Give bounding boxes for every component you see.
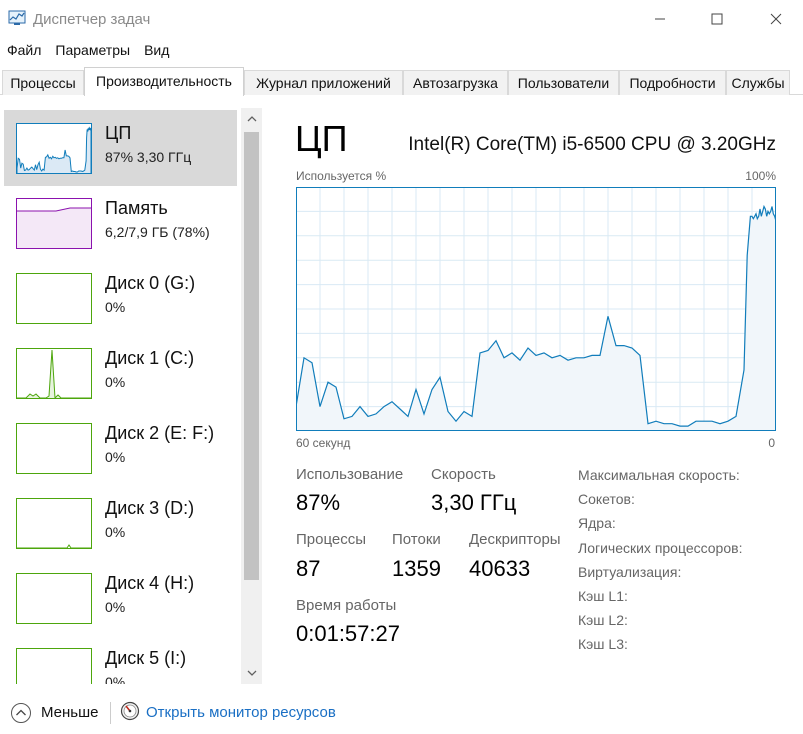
resource-item-disk-1[interactable]: Диск 1 (C:) 0% <box>4 335 237 411</box>
resource-monitor-icon <box>120 701 140 721</box>
maximize-icon <box>711 13 723 25</box>
tab-services[interactable]: Службы <box>726 70 790 95</box>
spec-cache-l2: Кэш L2: <box>578 612 628 628</box>
uptime-label: Время работы <box>296 597 397 614</box>
disk-thumbnail <box>16 573 92 624</box>
cpu-thumbnail <box>16 123 92 174</box>
speed-value: 3,30 ГГц <box>431 490 517 515</box>
resource-item-memory[interactable]: Память 6,2/7,9 ГБ (78%) <box>4 185 237 261</box>
maximize-button[interactable] <box>694 0 740 38</box>
resource-name: Память <box>105 198 168 218</box>
resource-item-disk-3[interactable]: Диск 3 (D:) 0% <box>4 485 237 561</box>
minimize-icon <box>655 18 665 20</box>
resource-name: Диск 2 (E: F:) <box>105 423 215 443</box>
tab-performance[interactable]: Производительность <box>84 67 244 96</box>
resource-item-disk-2[interactable]: Диск 2 (E: F:) 0% <box>4 410 237 486</box>
resource-name: Диск 3 (D:) <box>105 498 195 518</box>
tab-users[interactable]: Пользователи <box>508 70 619 95</box>
usage-value: 87% <box>296 490 341 515</box>
tab-details[interactable]: Подробности <box>619 70 726 95</box>
spec-sockets: Сокетов: <box>578 491 635 507</box>
close-icon <box>770 13 782 25</box>
resource-item-disk-5[interactable]: Диск 5 (I:) 0% <box>4 635 237 684</box>
uptime-value: 0:01:57:27 <box>296 621 400 646</box>
tab-startup[interactable]: Автозагрузка <box>403 70 508 95</box>
cpu-model: Intel(R) Core(TM) i5-6500 CPU @ 3.20GHz <box>408 134 776 155</box>
usage-label: Использование <box>296 466 404 483</box>
speed-label: Скорость <box>431 466 496 483</box>
disk-thumbnail <box>16 423 92 474</box>
page-title: ЦП <box>295 118 348 159</box>
menu-file[interactable]: Файл <box>0 40 48 62</box>
scroll-up-button[interactable] <box>241 108 262 130</box>
menu-options[interactable]: Параметры <box>48 40 137 62</box>
resource-item-disk-0[interactable]: Диск 0 (G:) 0% <box>4 260 237 336</box>
spec-max-speed: Максимальная скорость: <box>578 467 740 483</box>
menu-view[interactable]: Вид <box>137 40 176 62</box>
disk-thumbnail <box>16 648 92 684</box>
disk-thumbnail <box>16 348 92 399</box>
resource-value: 0% <box>105 374 126 390</box>
resource-value: 87% 3,30 ГГц <box>105 149 192 165</box>
spec-cache-l1: Кэш L1: <box>578 588 628 604</box>
resource-value: 0% <box>105 599 126 615</box>
resource-name: Диск 1 (C:) <box>105 348 195 368</box>
spec-cache-l3: Кэш L3: <box>578 636 628 652</box>
tab-app-history[interactable]: Журнал приложений <box>244 70 403 95</box>
resource-value: 0% <box>105 299 126 315</box>
task-manager-icon <box>8 10 26 25</box>
footer-divider <box>110 702 111 724</box>
menu-bar: Файл Параметры Вид <box>0 40 176 62</box>
processes-label: Процессы <box>296 531 367 548</box>
resource-name: Диск 4 (H:) <box>105 573 195 593</box>
resource-item-disk-4[interactable]: Диск 4 (H:) 0% <box>4 560 237 636</box>
title-bar: Диспетчер задач <box>0 0 803 38</box>
sidebar-scrollbar[interactable] <box>241 108 262 684</box>
threads-value: 1359 <box>392 556 441 581</box>
scroll-thumb[interactable] <box>244 132 259 580</box>
chevron-up-circle-icon[interactable] <box>10 702 32 724</box>
resource-value: 0% <box>105 524 126 540</box>
resource-value: 0% <box>105 449 126 465</box>
graph-label: Используется % <box>296 169 387 183</box>
minimize-button[interactable] <box>637 0 683 38</box>
disk-thumbnail <box>16 273 92 324</box>
disk-thumbnail <box>16 498 92 549</box>
footer: Меньше Открыть монитор ресурсов <box>0 692 803 734</box>
tab-bar: Процессы Производительность Журнал прило… <box>0 67 803 96</box>
tab-processes[interactable]: Процессы <box>2 70 84 95</box>
open-resource-monitor-link[interactable]: Открыть монитор ресурсов <box>146 704 336 721</box>
fewer-details-button[interactable]: Меньше <box>41 704 98 721</box>
close-button[interactable] <box>753 0 799 38</box>
resource-item-cpu[interactable]: ЦП 87% 3,30 ГГц <box>4 110 237 186</box>
graph-max-label: 100% <box>745 169 776 183</box>
cpu-usage-graph <box>296 187 776 431</box>
resource-value: 6,2/7,9 ГБ (78%) <box>105 224 210 240</box>
spec-virtualization: Виртуализация: <box>578 564 682 580</box>
spec-logical-processors: Логических процессоров: <box>578 540 743 556</box>
resource-name: Диск 5 (I:) <box>105 648 187 668</box>
resource-name: Диск 0 (G:) <box>105 273 196 293</box>
resource-value: 0% <box>105 674 126 684</box>
spec-cores: Ядра: <box>578 515 616 531</box>
chevron-up-icon <box>247 116 256 122</box>
threads-label: Потоки <box>392 531 441 548</box>
memory-thumbnail <box>16 198 92 249</box>
handles-value: 40633 <box>469 556 531 581</box>
processes-value: 87 <box>296 556 321 581</box>
resource-list: ЦП 87% 3,30 ГГц Память 6,2/7,9 ГБ (78%) … <box>0 108 238 684</box>
chevron-down-icon <box>247 670 256 676</box>
resource-name: ЦП <box>105 123 132 143</box>
scroll-down-button[interactable] <box>241 662 262 684</box>
handles-label: Дескрипторы <box>469 531 561 548</box>
graph-axis-right: 0 <box>768 436 775 450</box>
window-title: Диспетчер задач <box>33 11 151 28</box>
graph-axis-left: 60 секунд <box>296 436 351 450</box>
